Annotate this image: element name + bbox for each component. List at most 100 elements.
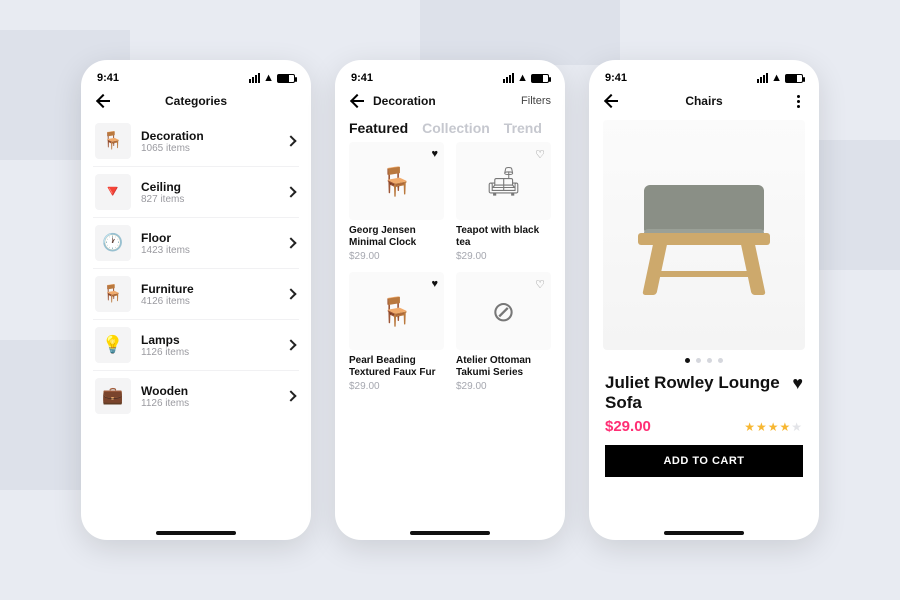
status-icons: ▲: [503, 72, 549, 84]
tab-collection[interactable]: Collection: [422, 120, 490, 136]
status-bar: 9:41 ▲: [589, 68, 819, 84]
product-card[interactable]: 🛋 ♡ Teapot with black tea $29.00: [456, 142, 551, 262]
chevron-right-icon: [285, 186, 297, 198]
chevron-right-icon: [285, 390, 297, 402]
category-thumb: 🪑: [95, 276, 131, 312]
phone-decoration: 9:41 ▲ Decoration Filters Featured Colle…: [335, 60, 565, 540]
product-price: $29.00: [605, 418, 651, 435]
status-bar: 9:41 ▲: [335, 68, 565, 84]
heart-icon[interactable]: ♥: [431, 278, 438, 290]
add-to-cart-button[interactable]: ADD TO CART: [605, 445, 803, 477]
chevron-right-icon: [285, 288, 297, 300]
filters-button[interactable]: Filters: [521, 95, 551, 107]
product-title: Pearl Beading Textured Faux Fur: [349, 355, 444, 379]
category-count: 1065 items: [141, 143, 275, 154]
product-detail: Juliet Rowley Lounge Sofa ♥ $29.00 ★★★★★…: [589, 367, 819, 489]
product-title: Teapot with black tea: [456, 225, 551, 249]
category-item-decoration[interactable]: 🪑 Decoration 1065 items: [93, 116, 299, 167]
product-image: 🪑 ♥: [349, 142, 444, 220]
category-item-wooden[interactable]: 💼 Wooden 1126 items: [93, 371, 299, 421]
navbar: Categories: [81, 84, 311, 116]
category-text: Decoration 1065 items: [141, 129, 275, 154]
product-price: $29.00: [456, 381, 551, 392]
heart-icon[interactable]: ♡: [535, 148, 545, 161]
home-indicator: [156, 531, 236, 535]
product-card[interactable]: ⊘ ♡ Atelier Ottoman Takumi Series $29.00: [456, 272, 551, 392]
wifi-icon: ▲: [771, 72, 782, 84]
category-thumb: 🪑: [95, 123, 131, 159]
battery-icon: [531, 74, 549, 83]
battery-icon: [785, 74, 803, 83]
category-list: 🪑 Decoration 1065 items 🔻 Ceiling 827 it…: [81, 116, 311, 540]
navbar: Chairs: [589, 84, 819, 116]
phone-categories: 9:41 ▲ Categories 🪑 Decoration 1065 item…: [81, 60, 311, 540]
category-count: 1126 items: [141, 398, 275, 409]
dot-active: [685, 358, 690, 363]
status-bar: 9:41 ▲: [81, 68, 311, 84]
chevron-right-icon: [285, 237, 297, 249]
heart-icon[interactable]: ♥: [431, 148, 438, 160]
category-thumb: 💡: [95, 327, 131, 363]
category-item-floor[interactable]: 🕐 Floor 1423 items: [93, 218, 299, 269]
category-name: Furniture: [141, 282, 275, 296]
chevron-right-icon: [285, 135, 297, 147]
rating-stars: ★★★★★: [744, 420, 803, 434]
category-name: Decoration: [141, 129, 275, 143]
back-icon[interactable]: [95, 92, 113, 110]
tab-bar: Featured Collection Trend: [335, 116, 565, 142]
status-time: 9:41: [605, 72, 627, 84]
category-thumb: 🔻: [95, 174, 131, 210]
product-title: Atelier Ottoman Takumi Series: [456, 355, 551, 379]
product-title: Georg Jensen Minimal Clock: [349, 225, 444, 249]
ottoman-illustration: [634, 175, 774, 295]
more-icon[interactable]: [791, 95, 805, 108]
phone-product-detail: 9:41 ▲ Chairs: [589, 60, 819, 540]
wifi-icon: ▲: [263, 72, 274, 84]
tab-featured[interactable]: Featured: [349, 120, 408, 136]
battery-icon: [277, 74, 295, 83]
category-text: Wooden 1126 items: [141, 384, 275, 409]
product-card[interactable]: 🪑 ♥ Pearl Beading Textured Faux Fur $29.…: [349, 272, 444, 392]
back-label: Decoration: [373, 94, 436, 108]
category-name: Wooden: [141, 384, 275, 398]
category-thumb: 💼: [95, 378, 131, 414]
category-item-ceiling[interactable]: 🔻 Ceiling 827 items: [93, 167, 299, 218]
navbar: Decoration Filters: [335, 84, 565, 116]
heart-icon[interactable]: ♥: [792, 373, 803, 394]
product-card[interactable]: 🪑 ♥ Georg Jensen Minimal Clock $29.00: [349, 142, 444, 262]
product-price: $29.00: [456, 251, 551, 262]
signal-icon: [249, 73, 260, 83]
category-item-lamps[interactable]: 💡 Lamps 1126 items: [93, 320, 299, 371]
chevron-right-icon: [285, 339, 297, 351]
category-count: 1423 items: [141, 245, 275, 256]
category-text: Furniture 4126 items: [141, 282, 275, 307]
page-title: Categories: [81, 94, 311, 108]
product-hero-image[interactable]: [603, 120, 805, 350]
wifi-icon: ▲: [517, 72, 528, 84]
category-name: Ceiling: [141, 180, 275, 194]
product-grid: 🪑 ♥ Georg Jensen Minimal Clock $29.00 🛋 …: [335, 142, 565, 402]
category-text: Lamps 1126 items: [141, 333, 275, 358]
status-time: 9:41: [351, 72, 373, 84]
home-indicator: [664, 531, 744, 535]
back-icon[interactable]: [603, 92, 621, 110]
tab-trending[interactable]: Trend: [504, 120, 542, 136]
page-dots[interactable]: [589, 350, 819, 367]
dot: [696, 358, 701, 363]
dot: [718, 358, 723, 363]
product-image: 🛋 ♡: [456, 142, 551, 220]
category-item-furniture[interactable]: 🪑 Furniture 4126 items: [93, 269, 299, 320]
home-indicator: [410, 531, 490, 535]
product-name: Juliet Rowley Lounge Sofa: [605, 373, 784, 412]
page-title: Chairs: [589, 94, 819, 108]
category-text: Ceiling 827 items: [141, 180, 275, 205]
product-price: $29.00: [349, 251, 444, 262]
signal-icon: [503, 73, 514, 83]
status-icons: ▲: [249, 72, 295, 84]
category-text: Floor 1423 items: [141, 231, 275, 256]
heart-icon[interactable]: ♡: [535, 278, 545, 291]
product-image: 🪑 ♥: [349, 272, 444, 350]
product-price: $29.00: [349, 381, 444, 392]
category-count: 4126 items: [141, 296, 275, 307]
back-button[interactable]: Decoration: [349, 92, 436, 110]
